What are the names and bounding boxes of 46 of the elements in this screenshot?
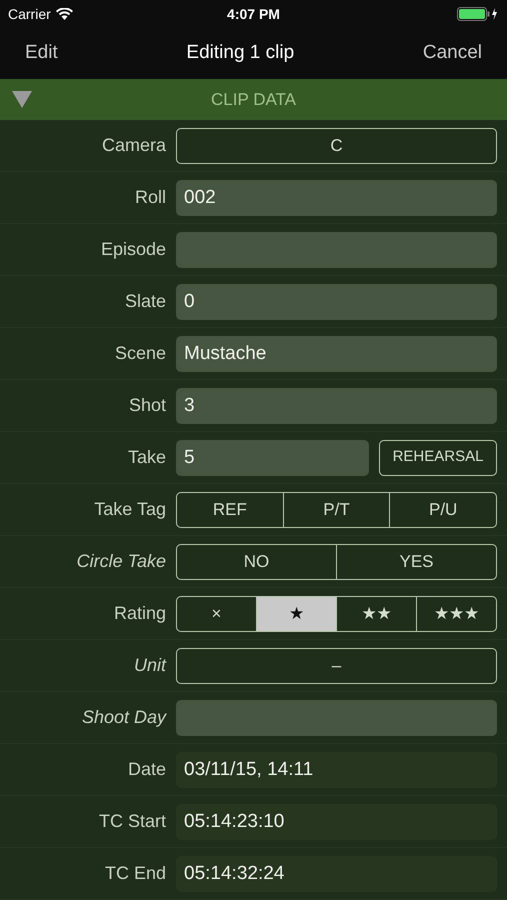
input-field[interactable]: 3 bbox=[176, 388, 497, 424]
input-field[interactable]: 5 bbox=[176, 440, 369, 476]
cancel-button[interactable]: Cancel bbox=[422, 39, 482, 68]
wifi-icon bbox=[56, 8, 73, 20]
clock-label: 4:07 PM bbox=[227, 4, 280, 24]
input-field[interactable]: 002 bbox=[176, 180, 497, 216]
field-label: Roll bbox=[134, 186, 167, 209]
field-label: Camera bbox=[100, 134, 167, 157]
input-field[interactable] bbox=[176, 700, 497, 736]
segment-button[interactable]: NO bbox=[176, 544, 337, 580]
selector-button[interactable]: C bbox=[176, 128, 497, 164]
carrier-label: Carrier bbox=[8, 4, 51, 24]
field-label: Unit bbox=[132, 654, 168, 677]
section-header[interactable]: CLIP DATA bbox=[0, 79, 507, 120]
input-field[interactable]: 0 bbox=[176, 284, 497, 320]
segment-button[interactable]: P/T bbox=[284, 492, 390, 528]
field-label: Date bbox=[126, 758, 167, 781]
segment-button[interactable]: ★ bbox=[257, 596, 337, 632]
field-label: Scene bbox=[114, 342, 167, 365]
segment-button[interactable]: ★★★ bbox=[417, 596, 497, 632]
input-field[interactable]: Mustache bbox=[176, 336, 497, 372]
field-label: Take bbox=[126, 446, 167, 469]
segment-button[interactable]: ★★ bbox=[337, 596, 417, 632]
field-label: TC Start bbox=[98, 810, 167, 833]
field-label: Take Tag bbox=[93, 498, 167, 521]
field-label: Shoot Day bbox=[80, 706, 168, 729]
rehearsal-button[interactable]: REHEARSAL bbox=[379, 440, 497, 476]
input-field[interactable]: 05:14:23:10 bbox=[176, 804, 497, 840]
nav-title: Editing 1 clip bbox=[186, 42, 294, 64]
segment-button[interactable]: YES bbox=[337, 544, 497, 580]
collapse-triangle-icon bbox=[12, 91, 32, 108]
edit-button[interactable]: Edit bbox=[25, 39, 58, 68]
field-label: Shot bbox=[128, 394, 167, 417]
field-label: TC End bbox=[104, 862, 167, 885]
battery-icon bbox=[457, 7, 500, 21]
selector-button[interactable]: – bbox=[176, 648, 497, 684]
segment-button[interactable]: × bbox=[176, 596, 257, 632]
field-label: Rating bbox=[112, 602, 167, 625]
segment-button[interactable]: P/U bbox=[390, 492, 498, 528]
segment-button[interactable]: REF bbox=[176, 492, 284, 528]
field-label: Circle Take bbox=[76, 550, 167, 573]
input-field[interactable] bbox=[176, 232, 497, 268]
field-label: Slate bbox=[124, 290, 167, 313]
input-field[interactable]: 05:14:32:24 bbox=[176, 856, 497, 892]
field-label: Episode bbox=[100, 238, 167, 261]
input-field[interactable]: 03/11/15, 14:11 bbox=[176, 752, 497, 788]
